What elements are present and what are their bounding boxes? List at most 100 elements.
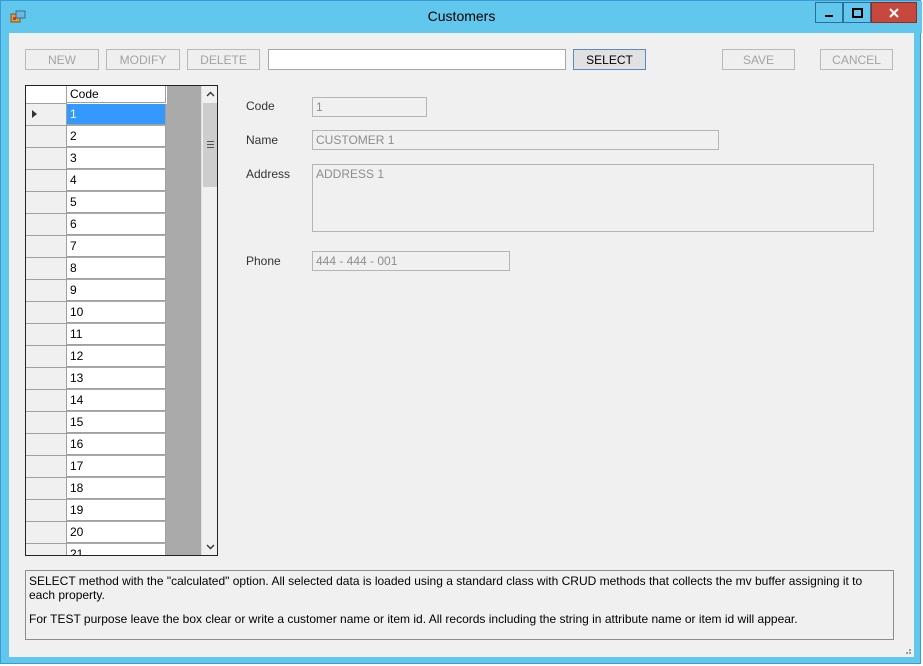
table-row[interactable]: 21: [26, 544, 167, 555]
row-header[interactable]: [26, 500, 67, 522]
close-icon: [889, 7, 899, 18]
table-row[interactable]: 8: [26, 258, 167, 280]
delete-button[interactable]: DELETE: [187, 49, 260, 70]
modify-button[interactable]: MODIFY: [106, 49, 180, 70]
code-cell[interactable]: 19: [67, 500, 166, 521]
row-header[interactable]: [26, 280, 67, 302]
row-header[interactable]: [26, 302, 67, 324]
form-client-area: NEW MODIFY DELETE SELECT SAVE CANCEL Cod…: [9, 33, 914, 657]
code-cell[interactable]: 18: [67, 478, 166, 499]
scroll-thumb[interactable]: [203, 103, 217, 187]
table-row[interactable]: 1: [26, 104, 167, 126]
row-header[interactable]: [26, 390, 67, 412]
row-header[interactable]: [26, 456, 67, 478]
row-header[interactable]: [26, 412, 67, 434]
code-cell[interactable]: 16: [67, 434, 166, 455]
search-input[interactable]: [268, 49, 566, 70]
grid-rows: 1 2 3 4 5 6 7 8 9 10 11 12 13 14 15 16 17 18 19 20 21: [26, 104, 167, 555]
window-title: Customers: [427, 8, 496, 24]
new-button[interactable]: NEW: [25, 49, 99, 70]
table-row[interactable]: 7: [26, 236, 167, 258]
code-cell[interactable]: 13: [67, 368, 166, 389]
grid-header: Code: [26, 86, 167, 104]
table-row[interactable]: 13: [26, 368, 167, 390]
table-row[interactable]: 6: [26, 214, 167, 236]
minimize-icon: [825, 14, 833, 17]
row-header[interactable]: [26, 148, 67, 170]
row-header[interactable]: [26, 324, 67, 346]
customers-window: Customers NEW MODIFY DELETE SELECT SAVE …: [0, 0, 922, 664]
chevron-down-icon: [206, 544, 214, 550]
code-cell[interactable]: 7: [67, 236, 166, 257]
size-grip-icon[interactable]: [902, 645, 912, 655]
table-row[interactable]: 10: [26, 302, 167, 324]
table-row[interactable]: 9: [26, 280, 167, 302]
phone-field[interactable]: 444 - 444 - 001: [312, 251, 510, 271]
table-row[interactable]: 5: [26, 192, 167, 214]
name-field[interactable]: CUSTOMER 1: [312, 130, 719, 150]
title-bar[interactable]: Customers: [1, 1, 922, 33]
code-cell[interactable]: 12: [67, 346, 166, 367]
table-row[interactable]: 18: [26, 478, 167, 500]
code-cell[interactable]: 14: [67, 390, 166, 411]
table-row[interactable]: 14: [26, 390, 167, 412]
table-row[interactable]: 19: [26, 500, 167, 522]
maximize-button[interactable]: [843, 2, 871, 23]
row-header[interactable]: [26, 434, 67, 456]
code-cell[interactable]: 3: [67, 148, 166, 169]
row-header[interactable]: [26, 544, 67, 555]
table-row[interactable]: 17: [26, 456, 167, 478]
row-header[interactable]: [26, 346, 67, 368]
row-header[interactable]: [26, 368, 67, 390]
row-header[interactable]: [26, 214, 67, 236]
code-field[interactable]: 1: [312, 97, 427, 117]
save-button[interactable]: SAVE: [722, 49, 795, 70]
code-cell[interactable]: 4: [67, 170, 166, 191]
scroll-down-button[interactable]: [202, 539, 217, 555]
table-row[interactable]: 11: [26, 324, 167, 346]
row-header[interactable]: [26, 104, 67, 126]
row-header[interactable]: [26, 522, 67, 544]
customers-grid[interactable]: Code 1 2 3 4 5 6 7 8 9 10 11 12 13 14 15 16 17 18 19 20 21: [25, 85, 218, 556]
cancel-button[interactable]: CANCEL: [820, 49, 893, 70]
code-cell[interactable]: 17: [67, 456, 166, 477]
row-header[interactable]: [26, 126, 67, 148]
scroll-up-button[interactable]: [202, 86, 217, 102]
select-button[interactable]: SELECT: [573, 49, 646, 70]
info-text-test: For TEST purpose leave the box clear or …: [29, 612, 798, 626]
code-cell[interactable]: 20: [67, 522, 166, 543]
table-row[interactable]: 15: [26, 412, 167, 434]
table-row[interactable]: 12: [26, 346, 167, 368]
minimize-button[interactable]: [815, 2, 843, 23]
close-button[interactable]: [871, 2, 917, 23]
address-label: Address: [246, 167, 291, 181]
code-cell[interactable]: 2: [67, 126, 166, 147]
code-cell[interactable]: 10: [67, 302, 166, 323]
code-cell[interactable]: 9: [67, 280, 166, 301]
code-cell[interactable]: 11: [67, 324, 166, 345]
code-cell[interactable]: 1: [67, 104, 166, 125]
grid-corner[interactable]: [26, 86, 67, 104]
chevron-up-icon: [206, 91, 214, 97]
maximize-icon: [851, 7, 863, 18]
info-text-select: SELECT method with the "calculated" opti…: [29, 574, 863, 602]
table-row[interactable]: 16: [26, 434, 167, 456]
code-cell[interactable]: 6: [67, 214, 166, 235]
code-cell[interactable]: 21: [67, 544, 166, 555]
table-row[interactable]: 3: [26, 148, 167, 170]
address-field[interactable]: ADDRESS 1: [312, 164, 874, 232]
row-header[interactable]: [26, 236, 67, 258]
row-header[interactable]: [26, 192, 67, 214]
code-cell[interactable]: 5: [67, 192, 166, 213]
row-header[interactable]: [26, 478, 67, 500]
table-row[interactable]: 4: [26, 170, 167, 192]
grid-vertical-scrollbar[interactable]: [201, 86, 217, 555]
code-cell[interactable]: 15: [67, 412, 166, 433]
table-row[interactable]: 2: [26, 126, 167, 148]
column-header-code[interactable]: Code: [67, 86, 166, 103]
code-cell[interactable]: 8: [67, 258, 166, 279]
phone-label: Phone: [246, 254, 281, 268]
row-header[interactable]: [26, 170, 67, 192]
table-row[interactable]: 20: [26, 522, 167, 544]
row-header[interactable]: [26, 258, 67, 280]
